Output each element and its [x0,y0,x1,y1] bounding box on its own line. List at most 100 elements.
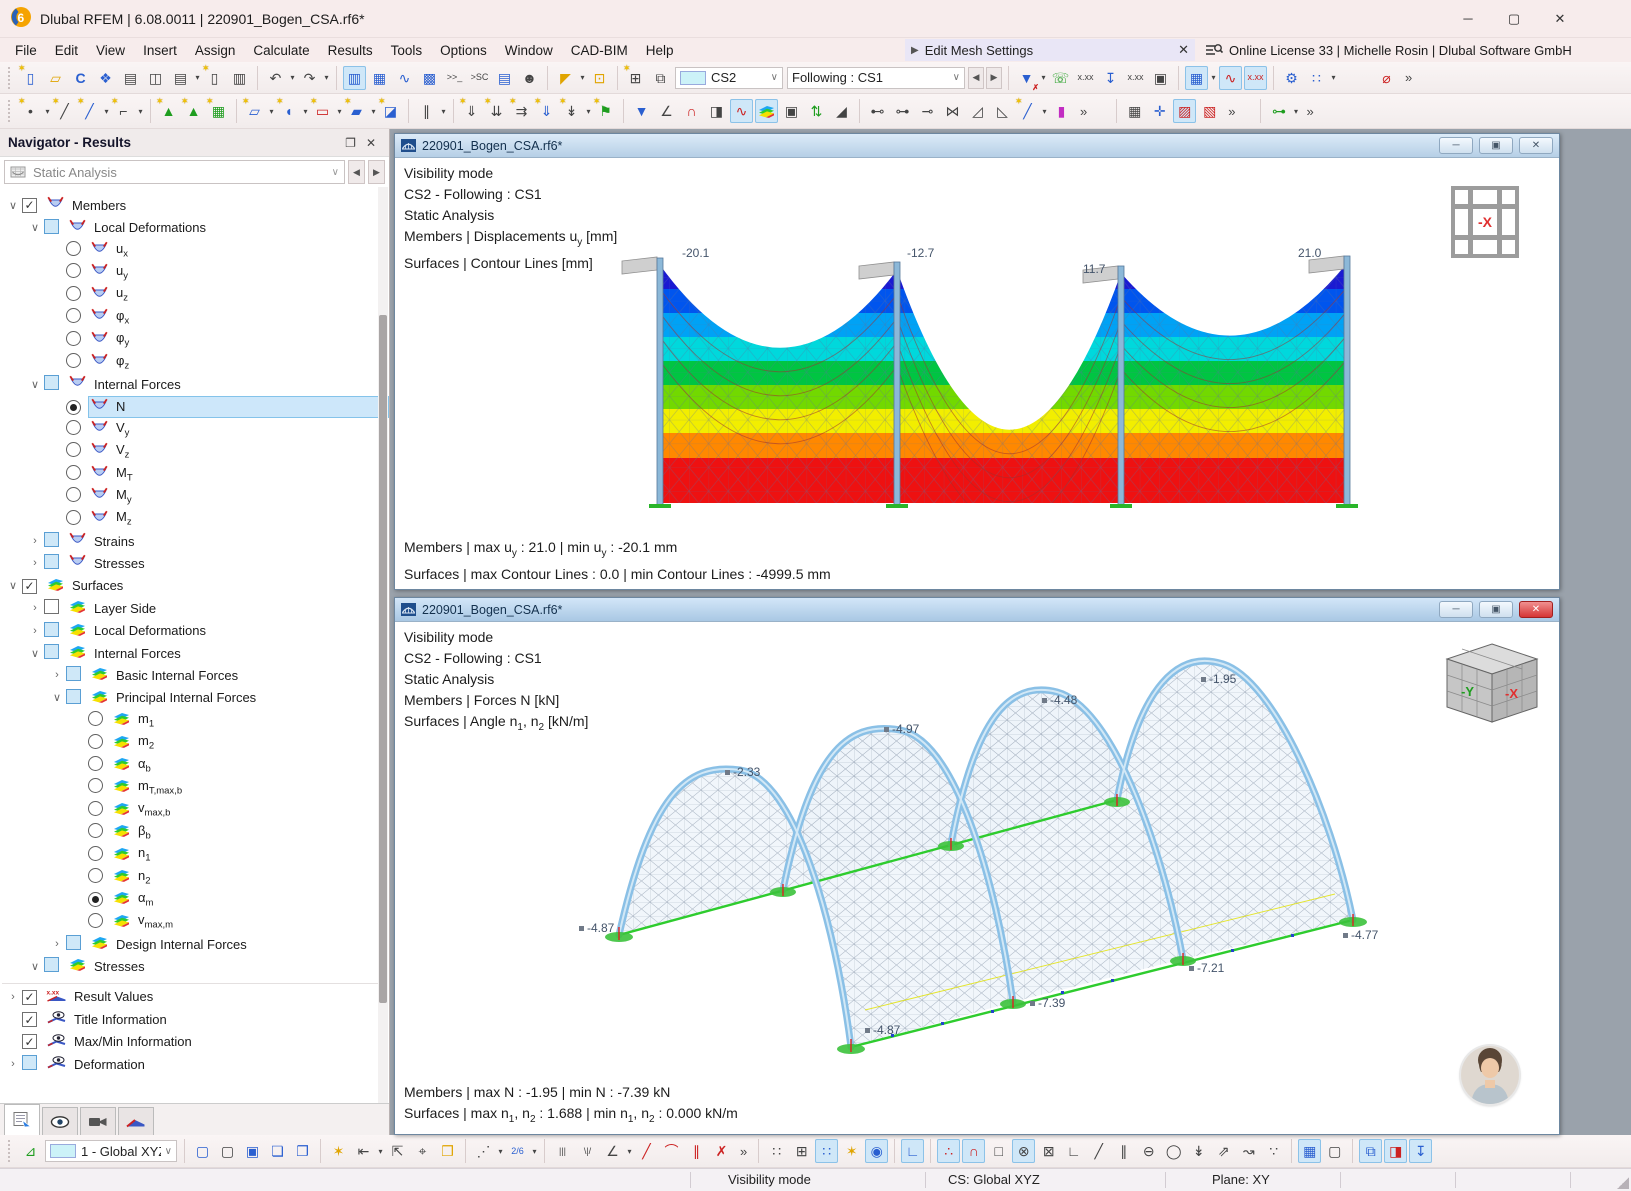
checkbox-checked[interactable]: ✓ [22,990,37,1005]
chevron-down-icon[interactable]: ∨ [771,72,778,83]
navigator-tab-panel[interactable] [118,1107,154,1135]
new-line-button[interactable]: ╱✶ [53,99,76,123]
radio[interactable] [88,846,103,861]
radio[interactable] [66,353,81,368]
tree-item[interactable]: ∨Principal Internal Forces [0,687,389,709]
new-node-button[interactable]: •✶ [19,99,42,123]
coordinate-system-button[interactable]: ⊿ [19,1139,42,1163]
filter-results-button[interactable]: ▼✗ [1015,66,1038,90]
tree-item[interactable]: ›Local Deformations [0,619,389,641]
cad-toolbar-overflow-button[interactable]: » [734,1144,753,1159]
window-bottom-titlebar[interactable]: 220901_Bogen_CSA.rf6* ─ ▣ ✕ [395,598,1559,622]
undo-button[interactable]: ↶ [264,66,287,90]
radio[interactable] [66,420,81,435]
new-guide-object-button[interactable]: ✶ [327,1139,350,1163]
tree-item[interactable]: ›✓x.xxResult Values [0,986,389,1008]
tree-item[interactable]: ux [0,239,389,261]
insert-toolbar-overflow-button[interactable]: » [1222,104,1241,119]
new-free-load-dropdown[interactable]: ▾ [584,107,593,116]
new-plane-button[interactable]: ▰✶ [345,99,368,123]
export-result-values-button[interactable]: x.xx [1124,66,1147,90]
measure-dropdown[interactable]: ▾ [439,107,448,116]
new-free-load-button[interactable]: ↡✶ [560,99,583,123]
tree-item[interactable]: φz [0,351,389,373]
filter-results-dropdown[interactable]: ▾ [1039,73,1048,82]
tree-item[interactable]: mT,max,b [0,776,389,798]
insert-toolbar-overflow-button[interactable]: » [1300,104,1319,119]
checkbox-partial[interactable] [44,554,59,569]
new-member-dropdown[interactable]: ▾ [102,107,111,116]
window-bottom-close-button[interactable]: ✕ [1519,601,1553,618]
numbering-button[interactable]: 2/6 [506,1139,529,1163]
radio[interactable] [88,756,103,771]
tree-item[interactable]: Mz [0,507,389,529]
new-release-button[interactable]: ╱✶ [1016,99,1039,123]
line-snap-button[interactable]: ╱ [1087,1139,1110,1163]
expander-icon[interactable]: ∨ [26,960,44,973]
viewport-window-top[interactable]: 220901_Bogen_CSA.rf6* ─ ▣ ✕ [394,133,1560,590]
result-values-xxx-button[interactable]: x.xx [1074,66,1097,90]
filter-objects-button[interactable]: ▼ [630,99,653,123]
tree-item[interactable]: m1 [0,709,389,731]
selection-window-button[interactable]: ▢ [1323,1139,1346,1163]
new-surface-button[interactable]: ▱✶ [243,99,266,123]
checkbox-partial[interactable] [44,622,59,637]
panel-toggle-button[interactable]: ▦ [1185,66,1208,90]
member-hinge-end-button[interactable]: ⊸ [916,99,939,123]
quick-access-search[interactable]: ▶ Edit Mesh Settings ✕ [905,39,1195,61]
expander-icon[interactable]: ∨ [4,199,22,212]
work-plane-button[interactable]: ▢ [191,1139,214,1163]
new-snap-point-button[interactable]: ✶ [840,1139,863,1163]
show-surface-results-button[interactable] [755,99,778,123]
visibility-by-object-button[interactable]: ❏ [266,1139,289,1163]
tree-item[interactable]: n1 [0,843,389,865]
window-bottom-minimize-button[interactable]: ─ [1439,601,1473,618]
chevron-down-icon[interactable]: ∨ [953,72,960,83]
new-polyline-button[interactable]: ⌐✶ [112,99,135,123]
new-nodal-load-button[interactable]: ⇓✶ [460,99,483,123]
tree-item[interactable]: ›Layer Side [0,597,389,619]
radio[interactable] [66,263,81,278]
layers-button[interactable]: ⧉ [1359,1139,1382,1163]
tree-item[interactable]: ∨✓Members [0,194,389,216]
display-properties-button[interactable]: ⚙ [1280,66,1303,90]
tree-item[interactable]: m2 [0,731,389,753]
member-eccentricity-button[interactable]: ⋈ [941,99,964,123]
recalculate-dropdown[interactable]: ▾ [1329,73,1338,82]
select-special-button[interactable]: ◤ [554,66,577,90]
tree-item[interactable]: ›Deformation [0,1053,389,1075]
window-top-minimize-button[interactable]: ─ [1439,137,1473,154]
next-visibility-button[interactable]: ▶ [986,67,1002,89]
checkbox-partial[interactable] [44,644,59,659]
slope-button[interactable]: ◢ [830,99,853,123]
connect-members-dropdown[interactable]: ▾ [1291,107,1300,116]
select-special-dropdown[interactable]: ▾ [578,73,587,82]
snap-points-button[interactable]: ∴ [937,1139,960,1163]
tree-scrollbar[interactable] [378,187,388,1103]
navigator-tab-views[interactable] [80,1107,116,1135]
app-minimize-button[interactable]: ─ [1445,4,1491,34]
magnet-snap-button[interactable]: ∩ [962,1139,985,1163]
window-top-titlebar[interactable]: 220901_Bogen_CSA.rf6* ─ ▣ ✕ [395,134,1559,158]
new-node-dropdown[interactable]: ▾ [43,107,52,116]
viewport-window-bottom[interactable]: 220901_Bogen_CSA.rf6* ─ ▣ ✕ [394,597,1560,1135]
save-button[interactable]: ◫ [144,66,167,90]
new-printout-report-button[interactable]: ▯✶ [203,66,226,90]
new-release-dropdown[interactable]: ▾ [1040,107,1049,116]
model-data-button[interactable]: ❖ [94,66,117,90]
edit-properties-button[interactable]: ⊡ [588,66,611,90]
isolate-objects-button[interactable]: ▢ [216,1139,239,1163]
box-snap-button[interactable]: ⊠ [1037,1139,1060,1163]
tree-item[interactable]: ∨✓Surfaces [0,575,389,597]
show-result-values-button[interactable]: x.xx [1244,66,1267,90]
tree-item[interactable]: φy [0,328,389,350]
radio[interactable] [88,823,103,838]
dimension-x-dropdown[interactable]: ▾ [376,1147,385,1156]
radio[interactable] [88,734,103,749]
radio[interactable] [66,241,81,256]
panel-toggle-dropdown[interactable]: ▾ [1209,73,1218,82]
checkbox-empty[interactable] [44,599,59,614]
tree-item[interactable]: uz [0,284,389,306]
redo-dropdown[interactable]: ▾ [322,73,331,82]
app-maximize-button[interactable]: ▢ [1491,4,1537,34]
